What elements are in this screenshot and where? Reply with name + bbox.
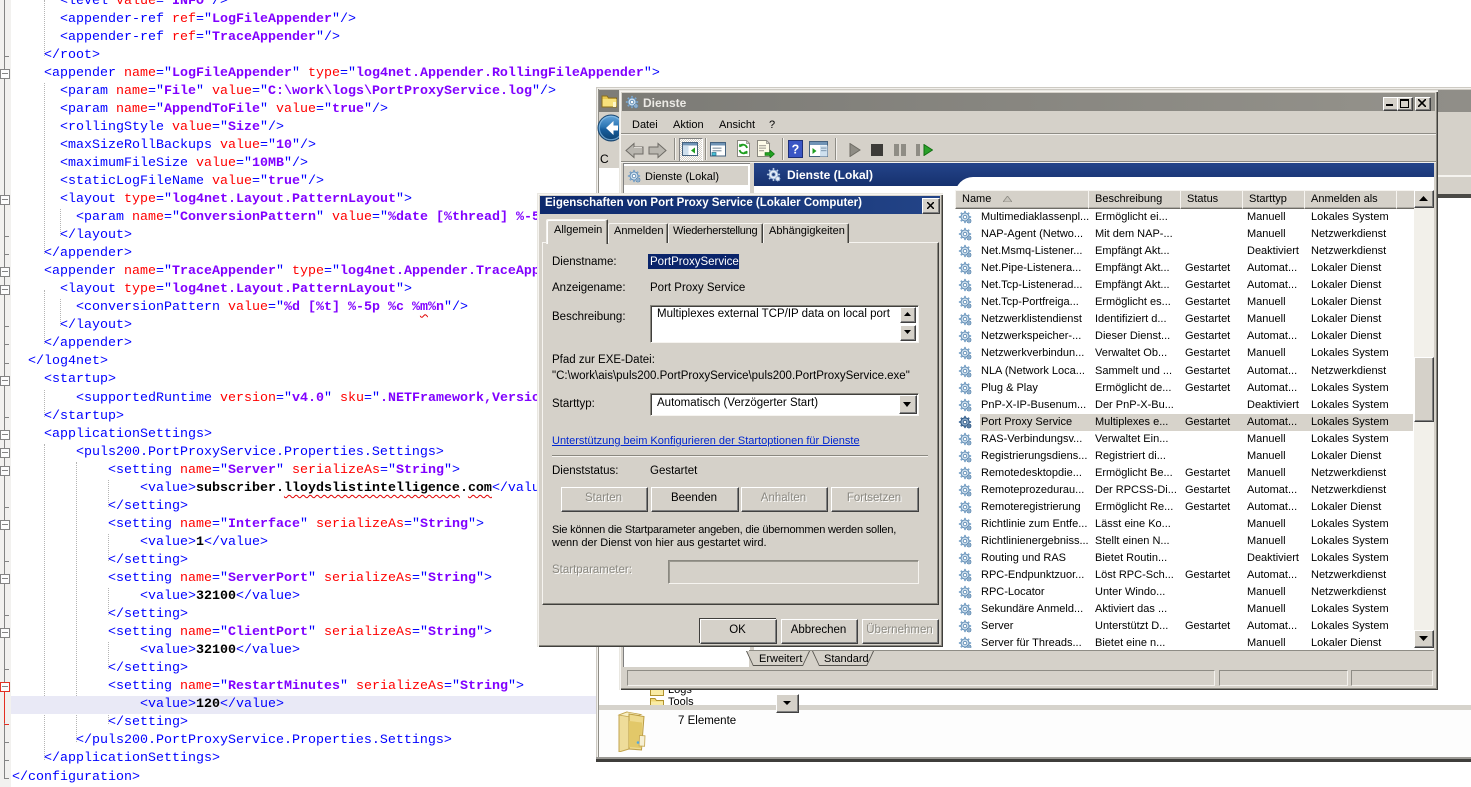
svg-text:?: ?: [792, 143, 800, 157]
